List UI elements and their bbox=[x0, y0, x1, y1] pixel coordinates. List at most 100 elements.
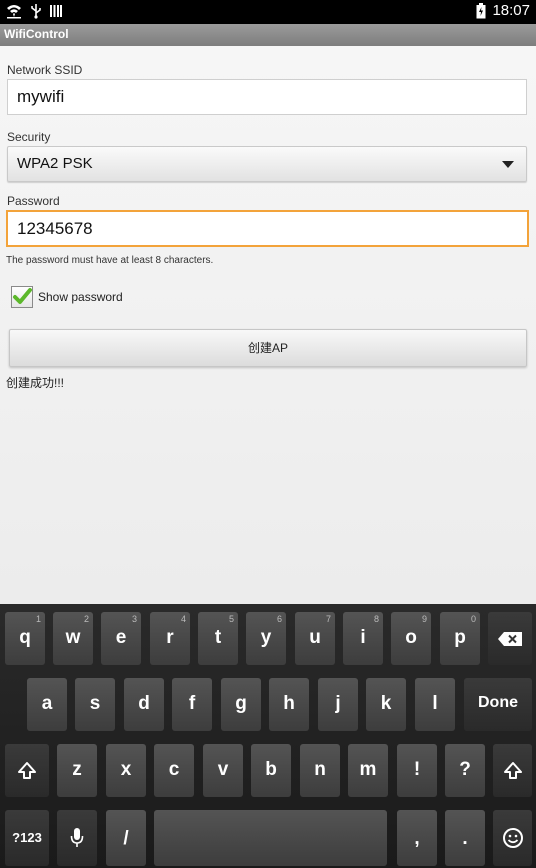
key-question[interactable]: ? bbox=[445, 744, 485, 797]
key-d[interactable]: d bbox=[124, 678, 164, 731]
key-n[interactable]: n bbox=[300, 744, 340, 797]
key-hint: 4 bbox=[180, 614, 186, 624]
key-l[interactable]: l bbox=[415, 678, 455, 731]
key-label: i bbox=[360, 627, 366, 648]
show-password-checkbox[interactable] bbox=[11, 286, 33, 308]
key-x[interactable]: x bbox=[106, 744, 146, 797]
result-text: 创建成功!!! bbox=[6, 376, 65, 390]
key-label: q bbox=[19, 627, 31, 648]
key-label: h bbox=[283, 693, 295, 714]
show-password-label: Show password bbox=[38, 290, 123, 304]
security-value: WPA2 PSK bbox=[17, 155, 93, 172]
shift-icon bbox=[503, 761, 522, 779]
key-r[interactable]: 4r bbox=[150, 612, 190, 665]
key-m[interactable]: m bbox=[348, 744, 388, 797]
password-hint: The password must have at least 8 charac… bbox=[6, 255, 214, 266]
key-hint: 1 bbox=[35, 614, 41, 624]
key-slash[interactable]: / bbox=[106, 810, 146, 866]
key-space[interactable] bbox=[154, 810, 387, 866]
ssid-input[interactable] bbox=[8, 80, 526, 114]
key-label: p bbox=[454, 627, 466, 648]
app-title: WifiControl bbox=[4, 27, 69, 41]
password-input[interactable] bbox=[8, 212, 527, 245]
key-label: x bbox=[120, 759, 132, 780]
key-symbols[interactable]: ?123 bbox=[5, 810, 49, 866]
create-ap-button[interactable]: 创建AP bbox=[9, 329, 527, 367]
security-dropdown[interactable]: WPA2 PSK bbox=[7, 146, 527, 182]
key-period[interactable]: . bbox=[445, 810, 485, 866]
key-mic[interactable] bbox=[57, 810, 97, 866]
soft-keyboard: 1q 2w 3e 4r 5t 6y 7u 8i 9o 0p a s d f g … bbox=[0, 604, 536, 868]
key-shift-right[interactable] bbox=[493, 744, 532, 797]
key-h[interactable]: h bbox=[269, 678, 309, 731]
key-label: ?123 bbox=[12, 830, 42, 845]
key-hint: 0 bbox=[470, 614, 476, 624]
key-emoji[interactable] bbox=[493, 810, 532, 866]
key-s[interactable]: s bbox=[75, 678, 115, 731]
show-password-row[interactable]: Show password bbox=[11, 286, 123, 308]
key-label: . bbox=[462, 828, 468, 849]
key-hint: 3 bbox=[131, 614, 137, 624]
key-label: u bbox=[309, 627, 321, 648]
key-label: w bbox=[65, 627, 81, 648]
key-label: z bbox=[72, 759, 82, 780]
dropdown-arrow-icon bbox=[502, 161, 514, 168]
key-v[interactable]: v bbox=[203, 744, 243, 797]
key-label: Done bbox=[478, 694, 518, 711]
key-i[interactable]: 8i bbox=[343, 612, 383, 665]
password-field[interactable] bbox=[6, 210, 529, 247]
ssid-field[interactable] bbox=[7, 79, 527, 115]
shift-icon bbox=[18, 761, 36, 779]
status-bar: 18:07 bbox=[0, 0, 536, 24]
key-label: m bbox=[359, 759, 377, 780]
key-c[interactable]: c bbox=[154, 744, 194, 797]
key-u[interactable]: 7u bbox=[295, 612, 335, 665]
key-label: b bbox=[265, 759, 277, 780]
key-exclamation[interactable]: ! bbox=[397, 744, 437, 797]
key-a[interactable]: a bbox=[27, 678, 67, 731]
key-hint: 2 bbox=[83, 614, 89, 624]
key-z[interactable]: z bbox=[57, 744, 97, 797]
key-label: n bbox=[314, 759, 326, 780]
key-b[interactable]: b bbox=[251, 744, 291, 797]
key-t[interactable]: 5t bbox=[198, 612, 238, 665]
key-done[interactable]: Done bbox=[464, 678, 532, 731]
key-label: j bbox=[335, 693, 341, 714]
key-f[interactable]: f bbox=[172, 678, 212, 731]
action-bar: WifiControl bbox=[0, 24, 536, 46]
ssid-label: Network SSID bbox=[7, 63, 83, 77]
key-label: a bbox=[41, 693, 53, 714]
key-label: k bbox=[380, 693, 392, 714]
key-delete[interactable] bbox=[488, 612, 532, 665]
key-hint: 5 bbox=[228, 614, 234, 624]
key-label: ? bbox=[459, 759, 471, 780]
key-label: / bbox=[123, 828, 129, 849]
key-label: o bbox=[405, 627, 417, 648]
key-hint: 8 bbox=[373, 614, 379, 624]
key-label: e bbox=[115, 627, 127, 648]
password-label: Password bbox=[7, 194, 60, 208]
main-content: Network SSID Security WPA2 PSK Password … bbox=[0, 46, 536, 604]
key-y[interactable]: 6y bbox=[246, 612, 286, 665]
key-label: v bbox=[217, 759, 229, 780]
clock: 18:07 bbox=[492, 2, 530, 19]
microphone-icon bbox=[70, 828, 84, 847]
key-p[interactable]: 0p bbox=[440, 612, 480, 665]
key-label: l bbox=[432, 693, 438, 714]
key-q[interactable]: 1q bbox=[5, 612, 45, 665]
wifi-icon bbox=[6, 3, 22, 19]
key-e[interactable]: 3e bbox=[101, 612, 141, 665]
key-label: r bbox=[166, 627, 174, 648]
key-comma[interactable]: , bbox=[397, 810, 437, 866]
key-k[interactable]: k bbox=[366, 678, 406, 731]
key-shift-left[interactable] bbox=[5, 744, 49, 797]
key-label: c bbox=[168, 759, 180, 780]
key-j[interactable]: j bbox=[318, 678, 358, 731]
smiley-icon bbox=[502, 828, 523, 848]
key-o[interactable]: 9o bbox=[391, 612, 431, 665]
key-g[interactable]: g bbox=[221, 678, 261, 731]
barcode-icon bbox=[50, 4, 62, 18]
key-w[interactable]: 2w bbox=[53, 612, 93, 665]
key-label: ! bbox=[413, 759, 421, 780]
checkmark-icon bbox=[13, 288, 32, 304]
